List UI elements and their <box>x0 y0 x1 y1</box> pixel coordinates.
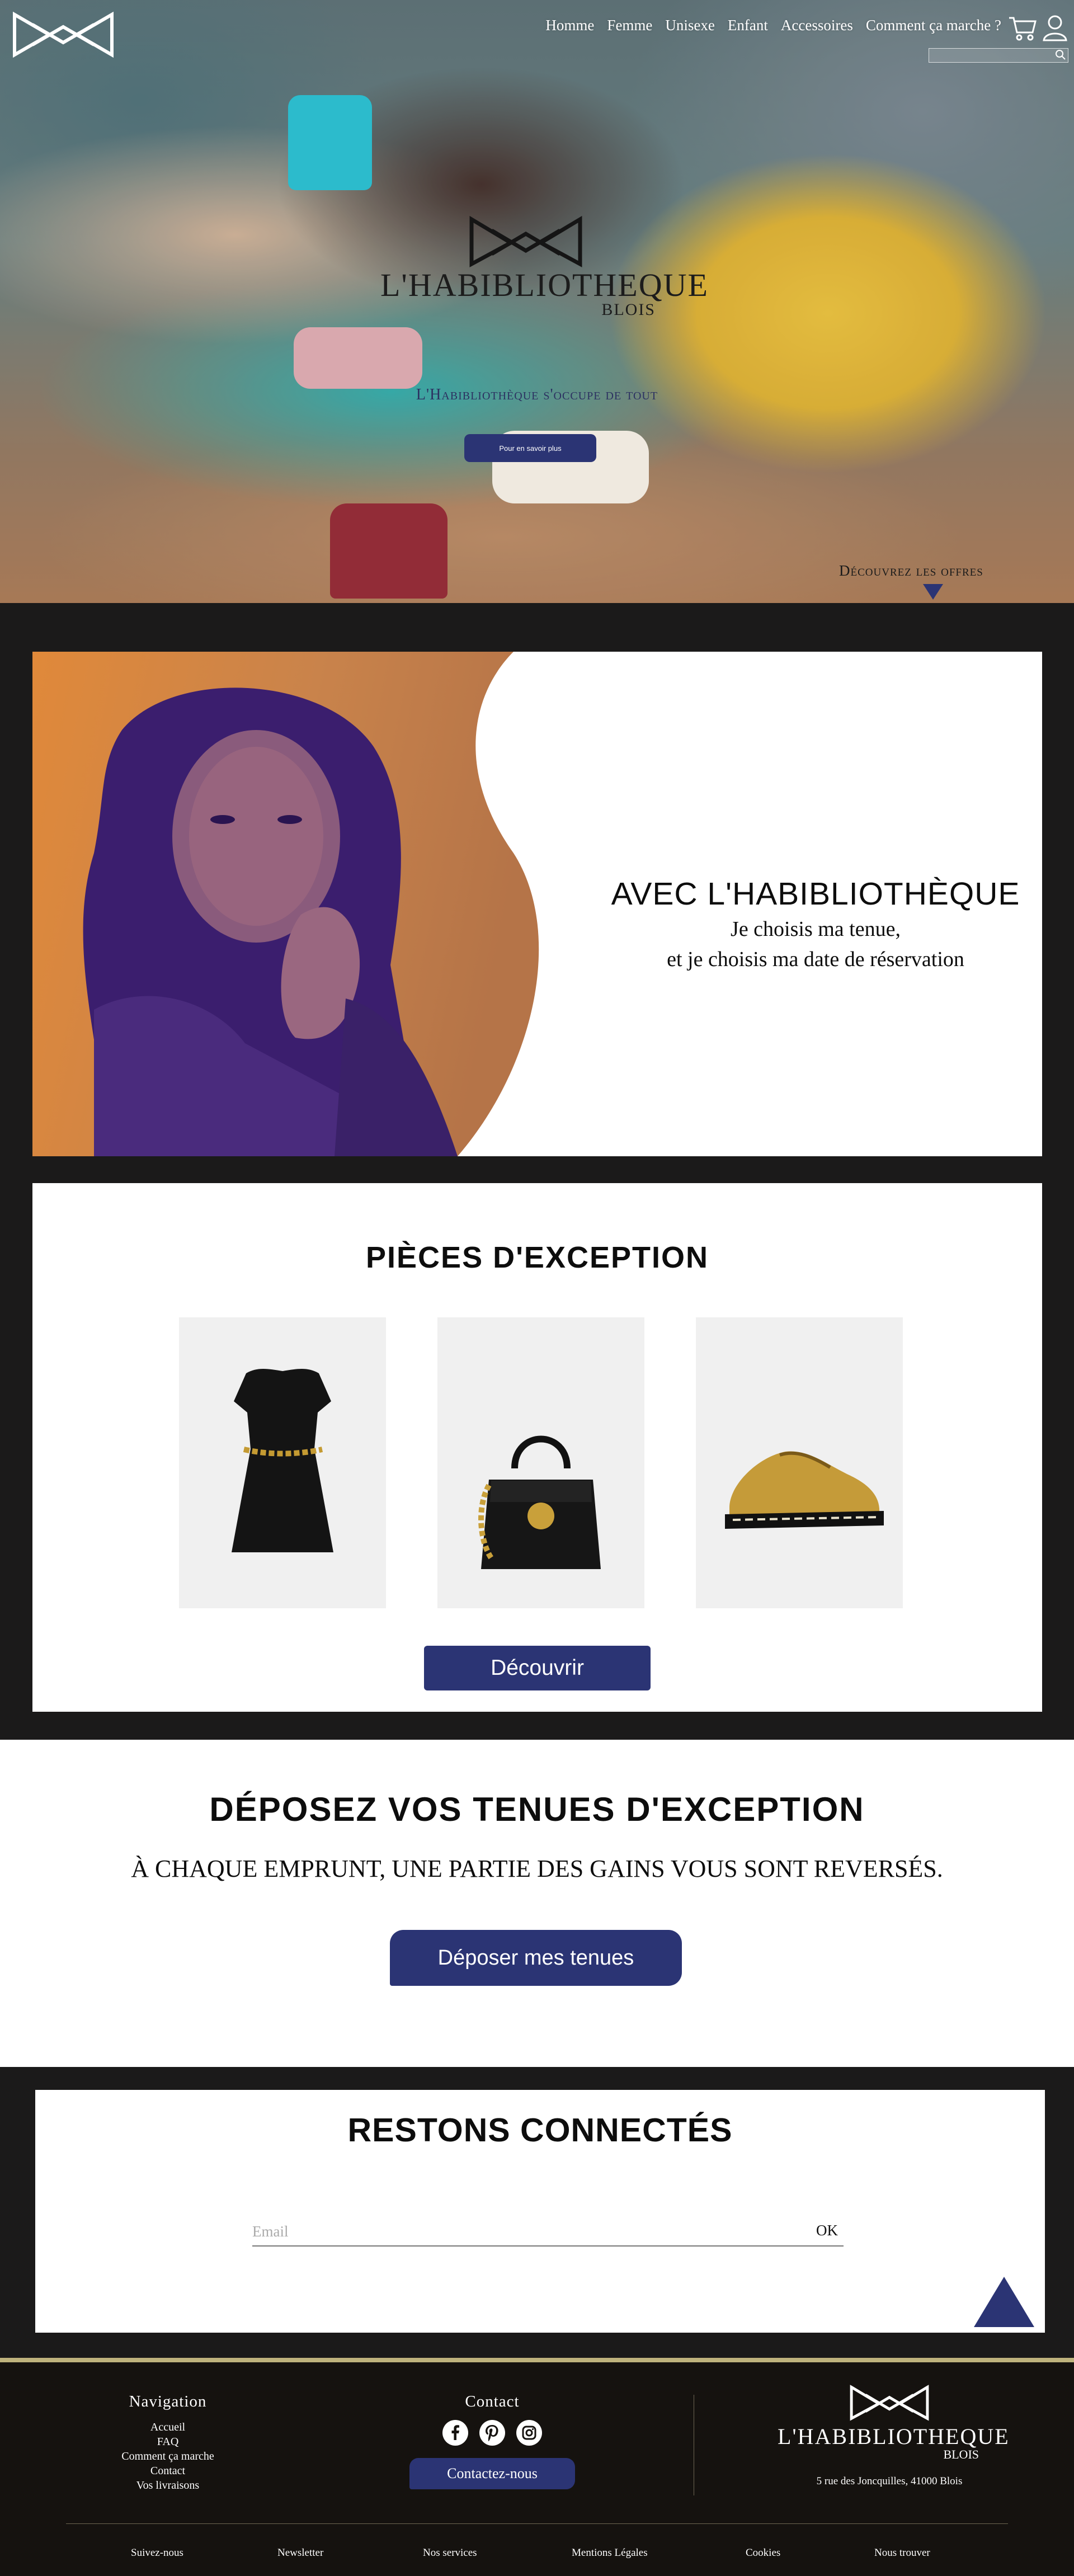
discover-button[interactable]: Découvrir <box>424 1646 651 1690</box>
logo-mark-icon[interactable] <box>10 8 116 58</box>
avec-section: AVEC L'HABIBLIOTHÈQUE Je choisis ma tenu… <box>32 652 1042 1156</box>
learn-more-button[interactable]: Pour en savoir plus <box>464 434 596 462</box>
brand-name: L'HABIBLIOTHEQUE <box>380 267 709 303</box>
contact-us-button[interactable]: Contactez-nous <box>409 2458 575 2489</box>
deposit-outfits-button[interactable]: Déposer mes tenues <box>390 1930 682 1986</box>
footer-link-faq[interactable]: FAQ <box>95 2434 241 2449</box>
footer-bottom-trouver[interactable]: Nous trouver <box>874 2547 930 2559</box>
hero-tagline: L'Habibliothèque s'occupe de tout <box>416 386 658 403</box>
avec-title: AVEC L'HABIBLIOTHÈQUE <box>611 876 1020 912</box>
avec-line-1: Je choisis ma tenue, <box>731 917 901 941</box>
footer-bottom-newsletter[interactable]: Newsletter <box>277 2547 323 2559</box>
footer-bottom-services[interactable]: Nos services <box>423 2547 477 2559</box>
nav-accessoires[interactable]: Accessoires <box>781 17 853 34</box>
product-card-dress[interactable] <box>179 1317 386 1608</box>
product-card-bag[interactable] <box>437 1317 644 1608</box>
newsletter-title: RESTONS CONNECTÉS <box>347 2112 733 2149</box>
pieces-title: PIÈCES D'EXCEPTION <box>366 1241 709 1274</box>
product-image-sneaker <box>725 1451 884 1529</box>
newsletter-ok-button[interactable]: OK <box>816 2222 838 2239</box>
back-to-top-icon[interactable] <box>974 2277 1034 2327</box>
hero-brand-logo: L'HABIBLIOTHEQUE BLOIS <box>380 213 709 319</box>
nav-homme[interactable]: Homme <box>545 17 594 34</box>
nav-comment-ca-marche[interactable]: Comment ça marche ? <box>866 17 1001 34</box>
instagram-icon[interactable] <box>516 2420 542 2446</box>
deposez-subtitle: À CHAQUE EMPRUNT, UNE PARTIE DES GAINS V… <box>131 1855 943 1882</box>
avec-line-2: et je choisis ma date de réservation <box>667 948 964 971</box>
email-field[interactable] <box>252 2223 756 2240</box>
footer: Navigation Accueil FAQ Comment ça marche… <box>0 2358 1074 2576</box>
search-icon[interactable] <box>1055 49 1066 60</box>
nav-unisexe[interactable]: Unisexe <box>665 17 714 34</box>
deposez-section: DÉPOSEZ VOS TENUES D'EXCEPTION À CHAQUE … <box>0 1740 1074 2067</box>
footer-link-accueil[interactable]: Accueil <box>95 2420 241 2434</box>
chevron-down-icon[interactable] <box>923 584 943 600</box>
user-icon[interactable] <box>1039 12 1071 44</box>
nav-enfant[interactable]: Enfant <box>728 17 768 34</box>
social-links <box>403 2420 582 2446</box>
main-nav: Homme Femme Unisexe Enfant Accessoires C… <box>545 17 1001 34</box>
footer-bottom-mentions[interactable]: Mentions Légales <box>572 2547 648 2559</box>
pinterest-icon[interactable] <box>479 2420 505 2446</box>
logo-mark-icon <box>469 215 582 267</box>
footer-link-contact[interactable]: Contact <box>95 2464 241 2478</box>
newsletter-section: RESTONS CONNECTÉS OK <box>35 2090 1045 2333</box>
hero-banner: Homme Femme Unisexe Enfant Accessoires C… <box>0 0 1074 603</box>
footer-brand-name: L'HABIBLIOTHEQUE <box>778 2424 1010 2449</box>
footer-contact: Contact Contactez-nous <box>403 2393 582 2489</box>
pieces-section: PIÈCES D'EXCEPTION Découvrir <box>32 1183 1042 1712</box>
footer-nav-title: Navigation <box>129 2393 207 2410</box>
offers-link[interactable]: Découvrez les offres <box>839 562 983 580</box>
product-card-sneaker[interactable] <box>696 1317 903 1608</box>
cart-icon[interactable] <box>1007 12 1038 44</box>
search-input[interactable] <box>929 48 1068 63</box>
footer-bottom-cookies[interactable]: Cookies <box>746 2547 780 2559</box>
newsletter-form: OK <box>252 2219 844 2247</box>
footer-link-livraisons[interactable]: Vos livraisons <box>95 2478 241 2493</box>
footer-address: 5 rue des Joncquilles, 41000 Blois <box>816 2475 963 2487</box>
footer-contact-title: Contact <box>465 2393 520 2410</box>
footer-navigation: Navigation Accueil FAQ Comment ça marche… <box>95 2393 241 2493</box>
product-image-bag <box>478 1435 601 1569</box>
footer-brand: L'HABIBLIOTHEQUE BLOIS 5 rue des Joncqui… <box>778 2382 1010 2488</box>
facebook-icon[interactable] <box>442 2420 468 2446</box>
footer-link-comment[interactable]: Comment ça marche <box>95 2449 241 2464</box>
footer-rule <box>66 2523 1008 2524</box>
nav-femme[interactable]: Femme <box>607 17 652 34</box>
avec-text: AVEC L'HABIBLIOTHÈQUE Je choisis ma tenu… <box>575 875 1042 973</box>
deposez-title: DÉPOSEZ VOS TENUES D'EXCEPTION <box>209 1791 865 1828</box>
product-image-dress <box>232 1369 333 1552</box>
logo-mark-icon <box>850 2385 929 2421</box>
footer-bottom-suivez-nous[interactable]: Suivez-nous <box>131 2547 183 2559</box>
